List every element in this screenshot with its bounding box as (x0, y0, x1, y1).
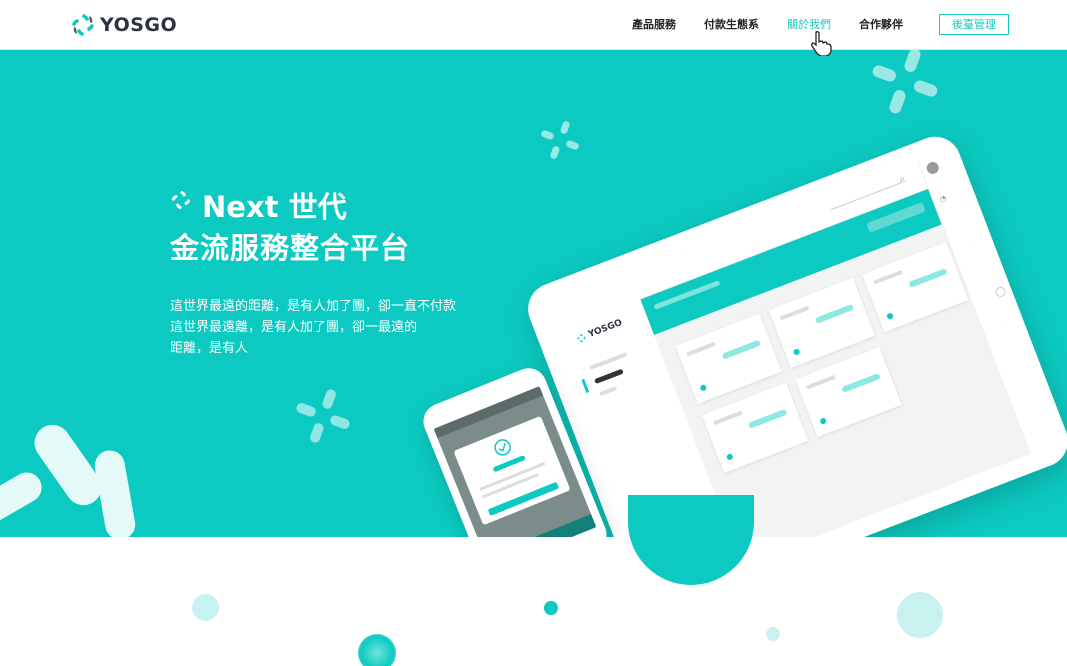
nav-item-products[interactable]: 產品服務 (632, 15, 676, 35)
swirl-decoration-icon (872, 50, 938, 114)
decorative-circle (192, 594, 219, 621)
swirl-decoration-icon (0, 424, 136, 537)
phone-modal (453, 415, 571, 526)
decorative-circle (897, 592, 943, 638)
logo[interactable]: YOSGO (70, 12, 177, 38)
admin-login-button[interactable]: 後臺管理 (939, 14, 1009, 35)
site-header: YOSGO 產品服務 付款生態系 關於我們 合作夥伴 後臺管理 (0, 0, 1067, 50)
logo-text: YOSGO (100, 14, 178, 36)
hero-description: 這世界最遠的距離，是有人加了團，卻一直不付款 這世界最遠離，是有人加了團，卻一最… (170, 296, 510, 359)
swirl-decoration-icon (541, 121, 579, 159)
hero-desc-line1: 這世界最遠的距離，是有人加了團，卻一直不付款 (170, 299, 457, 314)
hero-title-line1: Next 世代 (202, 190, 347, 224)
decorative-circle (766, 627, 780, 641)
tablet-mockup: YOSGO ⌕ ◔ (520, 129, 1067, 537)
hero-desc-line3: 距離，是有人 (170, 341, 249, 356)
nav-item-payment-ecosystem[interactable]: 付款生態系 (704, 15, 759, 35)
pointer-cursor-icon (811, 31, 832, 56)
tablet-home-button (994, 285, 1008, 299)
nav-item-partners[interactable]: 合作夥伴 (859, 15, 903, 35)
checkmark-icon (494, 439, 511, 456)
hero-banner: Next 世代 金流服務整合平台 這世界最遠的距離，是有人加了團，卻一直不付款 … (0, 50, 1067, 537)
hero-desc-line2: 這世界最遠離，是有人加了團，卻一最遠的 (170, 320, 418, 335)
decorative-circle (358, 634, 396, 666)
tablet-card (862, 242, 969, 333)
yosgo-logo-icon (72, 14, 94, 36)
yosgo-logo-icon (577, 334, 586, 343)
tablet-screen: YOSGO ⌕ ◔ (551, 153, 1051, 537)
decorative-circle (544, 601, 558, 615)
tablet-logo-text: YOSGO (587, 317, 624, 340)
main-nav: 產品服務 付款生態系 關於我們 合作夥伴 後臺管理 (604, 14, 1009, 35)
bell-icon: ◔ (938, 193, 948, 205)
hero-title-line2: 金流服務整合平台 (170, 231, 411, 265)
tablet-card (701, 382, 809, 473)
tablet-card (795, 346, 902, 438)
hero-title: Next 世代 金流服務整合平台 (170, 187, 410, 269)
yosgo-logo-icon (171, 190, 191, 210)
swirl-decoration-icon (296, 389, 350, 443)
hero-bottom-bump (628, 495, 754, 585)
